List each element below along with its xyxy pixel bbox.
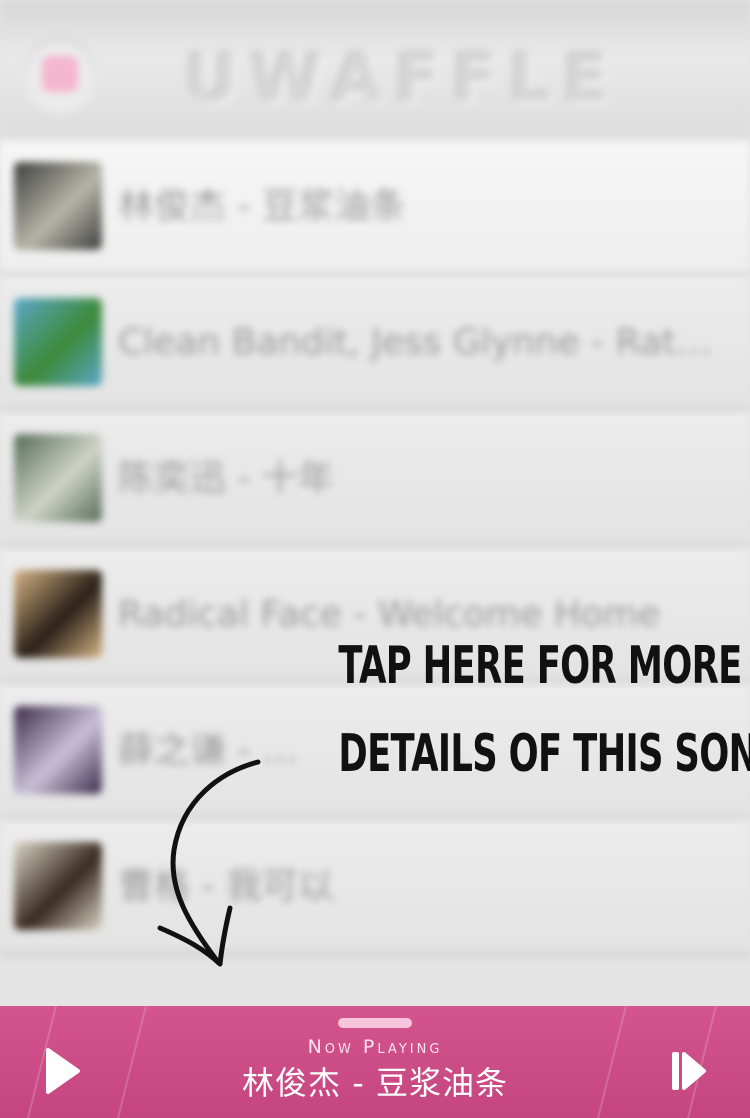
album-art — [14, 842, 102, 930]
now-playing-title[interactable]: 林俊杰 - 豆浆油条 — [0, 1058, 750, 1104]
menu-button[interactable] — [24, 38, 96, 110]
play-icon — [46, 1048, 80, 1094]
album-art — [14, 298, 102, 386]
now-playing-bar[interactable]: Now Playing 林俊杰 - 豆浆油条 — [0, 1006, 750, 1118]
blurred-app-background: UWAFFLE 林俊杰 - 豆浆油条 Clean Bandit, Jess Gly… — [0, 0, 750, 1010]
song-title: Clean Bandit, Jess Glynne - Rat… — [118, 322, 713, 363]
playlist-row[interactable]: 林俊杰 - 豆浆油条 — [0, 140, 750, 276]
callout-arrow-icon — [157, 759, 261, 967]
song-title: 陈奕迅 - 十年 — [118, 458, 334, 499]
album-art — [14, 162, 102, 250]
app-header: UWAFFLE — [0, 0, 750, 144]
app-logo: UWAFFLE — [185, 41, 621, 118]
playlist-row[interactable]: Clean Bandit, Jess Glynne - Rat… — [0, 276, 750, 412]
play-button[interactable] — [36, 1044, 86, 1098]
callout-line-2: DETAILS OF THIS SONG — [338, 724, 750, 784]
next-track-button[interactable] — [664, 1046, 714, 1096]
album-art — [14, 434, 102, 522]
album-art — [14, 570, 102, 658]
playlist-row[interactable]: 陈奕迅 - 十年 — [0, 412, 750, 548]
playlist-row[interactable]: 曹格 - 我可以 — [0, 820, 750, 956]
song-title: 林俊杰 - 豆浆油条 — [118, 186, 406, 227]
menu-icon — [42, 56, 78, 92]
album-art — [14, 706, 102, 794]
next-track-icon — [672, 1052, 706, 1090]
callout-line-1: TAP HERE FOR MORE — [338, 636, 742, 696]
now-playing-label: Now Playing — [307, 1036, 443, 1058]
tutorial-callout: TAP HERE FOR MORE DETAILS OF THIS SONG — [338, 622, 750, 798]
drag-handle[interactable] — [338, 1018, 412, 1028]
